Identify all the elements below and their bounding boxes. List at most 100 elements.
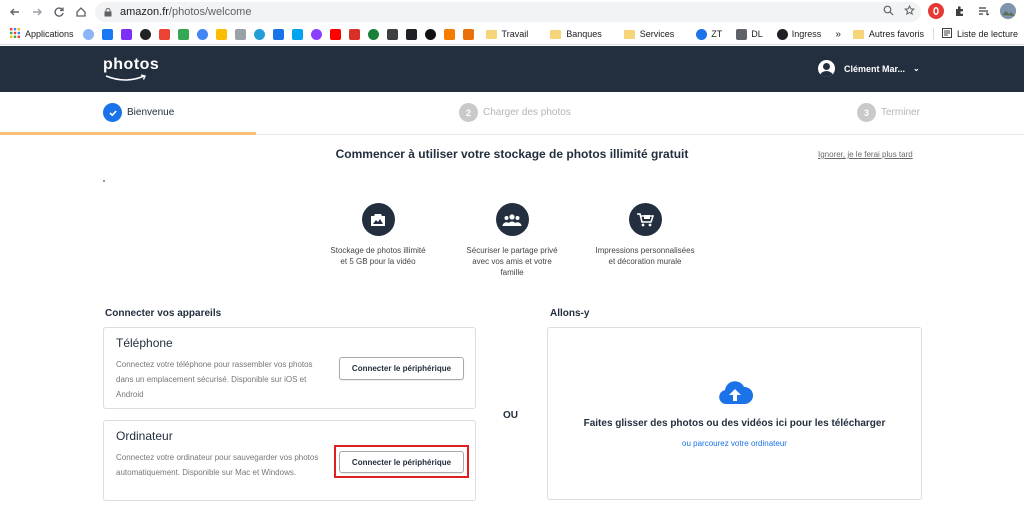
bookmark-label: ZT	[711, 29, 723, 39]
people-share-icon	[495, 203, 529, 236]
bookmark-folder-other[interactable]: Autres favoris	[852, 29, 924, 39]
dropzone-text: Faites glisser des photos ou des vidéos …	[583, 418, 886, 429]
bookmark-folder-services[interactable]: Services	[623, 29, 675, 39]
card-title: Ordinateur	[116, 429, 173, 443]
bookmark-s-icon[interactable]	[234, 28, 246, 40]
step-number: 2	[459, 103, 478, 122]
step-label: Bienvenue	[127, 107, 175, 118]
highlight-box	[334, 445, 469, 478]
feature-text: et décoration murale	[608, 257, 682, 266]
bookmark-chart-icon[interactable]	[462, 28, 474, 40]
divider	[932, 28, 934, 40]
card-description: Connectez votre téléphone pour rassemble…	[116, 360, 313, 399]
feature-sharing: Sécuriser le partage privé avec vos amis…	[452, 203, 572, 278]
back-button[interactable]	[4, 1, 26, 23]
photos-logo[interactable]: photos	[103, 56, 159, 74]
network-icon[interactable]	[82, 28, 94, 40]
reading-queue-icon[interactable]	[976, 3, 992, 19]
bookmark-teal-icon[interactable]	[291, 28, 303, 40]
home-button[interactable]	[70, 1, 92, 23]
bookmark-label: Ingress	[791, 29, 822, 39]
bookmark-folder-banques[interactable]: Banques	[550, 29, 602, 39]
star-bookmark-icon[interactable]	[903, 4, 916, 19]
card-title: Téléphone	[116, 336, 173, 350]
forward-button[interactable]	[26, 1, 48, 23]
bookmark-applications[interactable]: Applications	[10, 28, 74, 40]
puzzle-extensions-icon[interactable]	[952, 3, 968, 19]
youtube-icon[interactable]	[329, 28, 341, 40]
feature-text: Impressions personnalisées	[595, 246, 695, 255]
browser-toolbar: amazon.fr/photos/welcome	[0, 0, 1024, 24]
step-upload: 2 Charger des photos	[459, 103, 571, 122]
github-icon[interactable]	[424, 28, 436, 40]
step-finish: 3 Terminer	[857, 103, 920, 122]
globe-icon	[696, 28, 708, 40]
facebook-icon[interactable]	[101, 28, 113, 40]
bookmarks-overflow-button[interactable]: »	[835, 29, 841, 40]
reload-icon	[54, 7, 64, 17]
bookmark-dl[interactable]: DL	[736, 28, 763, 40]
ingress-icon	[776, 28, 788, 40]
bookmark-label: Applications	[25, 29, 74, 39]
folder-icon	[550, 29, 562, 39]
user-menu[interactable]: Clément Mar... ⌄	[818, 60, 920, 77]
progress-bar	[0, 132, 256, 135]
upload-section-title: Allons-y	[550, 308, 590, 319]
avatar	[818, 60, 835, 77]
decorative-dot	[103, 180, 105, 182]
cart-print-icon	[628, 203, 662, 236]
check-icon	[103, 103, 122, 122]
user-name: Clément Mar...	[844, 63, 906, 74]
folder-icon	[485, 29, 497, 39]
phone-card: Téléphone Connectez votre téléphone pour…	[103, 327, 476, 409]
home-icon	[76, 7, 86, 17]
bookmark-dark-icon[interactable]	[386, 28, 398, 40]
profile-avatar[interactable]	[1000, 3, 1016, 19]
messenger-icon[interactable]	[310, 28, 322, 40]
zoom-icon[interactable]	[883, 5, 894, 19]
opera-extension-icon[interactable]	[928, 3, 944, 19]
connect-phone-button[interactable]: Connecter le périphérique	[339, 357, 464, 380]
url-host: amazon.fr	[120, 6, 169, 18]
bookmark-f-icon[interactable]	[120, 28, 132, 40]
bookmark-label: DL	[751, 29, 763, 39]
step-label: Charger des photos	[483, 107, 571, 118]
reading-list-icon	[941, 28, 952, 40]
arrow-right-icon	[33, 8, 42, 16]
feature-text: avec vos amis et votre	[472, 257, 552, 266]
folder-icon	[623, 29, 635, 39]
feature-text: et 5 GB pour la vidéo	[340, 257, 416, 266]
telegram-icon[interactable]	[253, 28, 265, 40]
feature-text: Stockage de photos illimité	[330, 246, 426, 255]
reload-button[interactable]	[48, 1, 70, 23]
bookmark-folder-travail[interactable]: Travail	[485, 29, 528, 39]
bookmark-label: Services	[639, 29, 675, 39]
feature-storage: Stockage de photos illimité et 5 GB pour…	[318, 203, 438, 267]
bookmark-orange-icon[interactable]	[443, 28, 455, 40]
gmail-icon[interactable]	[158, 28, 170, 40]
step-welcome: Bienvenue	[103, 103, 174, 122]
drive-icon[interactable]	[177, 28, 189, 40]
upload-dropzone[interactable]: Faites glisser des photos ou des vidéos …	[547, 327, 922, 500]
lock-icon	[103, 7, 112, 17]
browse-computer-link[interactable]: ou parcourez votre ordinateur	[548, 439, 921, 448]
bookmarks-bar: Applications Travail Banques Services ZT DL…	[0, 24, 1024, 45]
url-text: amazon.fr/photos/welcome	[120, 6, 251, 18]
address-bar[interactable]: amazon.fr/photos/welcome	[95, 2, 921, 22]
dl-icon	[736, 28, 748, 40]
bookmark-u-icon[interactable]	[405, 28, 417, 40]
bookmark-zt[interactable]: ZT	[696, 28, 723, 40]
keep-icon[interactable]	[215, 28, 227, 40]
bookmark-label: Banques	[566, 29, 602, 39]
chat-icon[interactable]	[272, 28, 284, 40]
reading-list-button[interactable]: Liste de lecture	[941, 28, 1018, 40]
calendar-icon[interactable]	[196, 28, 208, 40]
bookmark-ingress[interactable]: Ingress	[776, 28, 822, 40]
bookmark-label: Liste de lecture	[956, 29, 1018, 39]
bookmark-green-icon[interactable]	[367, 28, 379, 40]
feature-prints: Impressions personnalisées et décoration…	[585, 203, 705, 267]
bookmark-circle-icon[interactable]	[139, 28, 151, 40]
skip-link[interactable]: Ignorer, je le ferai plus tard	[818, 150, 913, 159]
bookmark-red-icon[interactable]	[348, 28, 360, 40]
step-label: Terminer	[881, 107, 920, 118]
